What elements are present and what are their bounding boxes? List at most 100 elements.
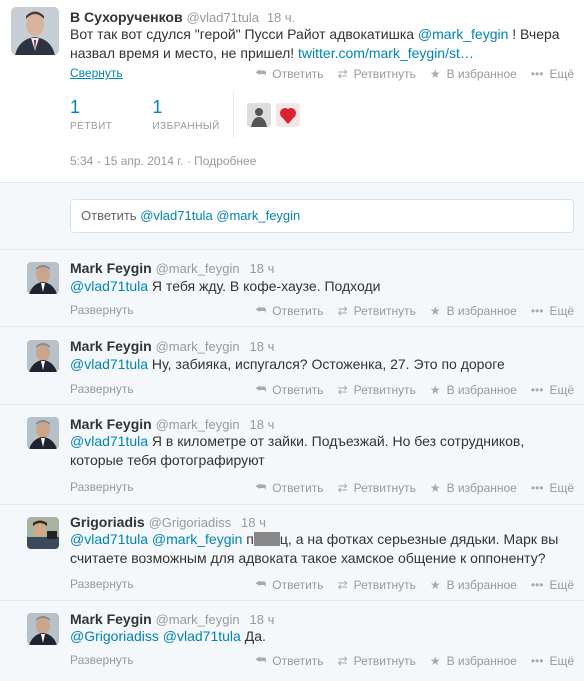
mention-link[interactable]: @vlad71tula — [70, 433, 148, 449]
favorite-button[interactable]: ★ В избранное — [430, 577, 517, 592]
favorite-button[interactable]: ★ В избранное — [430, 303, 517, 318]
more-icon: ••• — [530, 66, 544, 81]
more-button[interactable]: ••• Ещё — [531, 577, 574, 592]
author-name[interactable]: Mark Feygin — [70, 416, 152, 432]
redaction-box — [253, 532, 280, 546]
retweet-label: Ретвитнуть — [353, 66, 416, 81]
url-link[interactable]: twitter.com/mark_feygin/st… — [298, 45, 474, 61]
author-name[interactable]: Mark Feygin — [70, 260, 152, 276]
reply-icon: ⮪ — [255, 653, 267, 667]
tweet-text: @vlad71tula @mark_feygin п ц, а на фотках… — [70, 530, 570, 568]
tweet-header: Mark Feygin @mark_feygin 18 ч — [70, 611, 274, 627]
favorites-count: 1 — [152, 97, 163, 117]
reply-button[interactable]: ⮪ Ответить — [255, 303, 323, 318]
retweet-button[interactable]: ⇄ Ретвитнуть — [338, 303, 416, 318]
avatar[interactable] — [27, 340, 59, 372]
reply-button[interactable]: ⮪ Ответить — [255, 66, 323, 81]
tweet-actions: ⮪ Ответить ⇄ Ретвитнуть ★ В избранное ••• Ещ… — [241, 303, 574, 318]
expand-link[interactable]: Развернуть — [70, 303, 134, 317]
reply-tweet[interactable]: Mark Feygin @mark_feygin 18 ч @Grigoriad… — [0, 601, 584, 681]
tweet-time[interactable]: 18 ч — [241, 515, 266, 530]
retweet-button[interactable]: ⇄ Ретвитнуть — [338, 653, 416, 668]
reply-icon: ⮪ — [255, 303, 267, 317]
tweet-time[interactable]: 18 ч. — [267, 10, 295, 25]
retweets-stat[interactable]: 1 РЕТВИТ — [70, 97, 112, 132]
more-button[interactable]: ••• Ещё — [531, 480, 574, 495]
tweet-time[interactable]: 18 ч — [250, 261, 275, 276]
more-button[interactable]: ••• Ещё — [531, 66, 574, 81]
reply-button[interactable]: ⮪ Ответить — [255, 480, 323, 495]
retweet-button[interactable]: ⇄ Ретвитнуть — [338, 66, 416, 81]
avatar[interactable] — [27, 517, 59, 549]
collapse-link[interactable]: Свернуть — [70, 66, 123, 80]
reply-button[interactable]: ⮪ Ответить — [255, 653, 323, 668]
avatar[interactable] — [27, 613, 59, 645]
tweet-text-part: Да. — [240, 628, 266, 644]
more-button[interactable]: ••• Ещё — [531, 303, 574, 318]
more-button[interactable]: ••• Ещё — [531, 653, 574, 668]
author-handle[interactable]: @vlad71tula — [186, 10, 258, 25]
reply-tweet[interactable]: Mark Feygin @mark_feygin 18 ч @vlad71tul… — [0, 250, 584, 327]
mention-link[interactable]: @vlad71tula @mark_feygin — [70, 531, 242, 547]
reply-label: Ответить — [272, 303, 324, 318]
favorite-label: В избранное — [446, 653, 517, 668]
tweet-header: Mark Feygin @mark_feygin 18 ч — [70, 338, 274, 354]
mention-link[interactable]: @mark_feygin — [418, 26, 508, 42]
retweet-button[interactable]: ⇄ Ретвитнуть — [338, 480, 416, 495]
reply-label: Ответить — [272, 382, 324, 397]
reply-input[interactable]: Ответить @vlad71tula @mark_feygin — [70, 199, 574, 233]
author-name[interactable]: Mark Feygin — [70, 611, 152, 627]
timestamp[interactable]: 5:34 - 15 апр. 2014 г. · — [70, 154, 191, 168]
reply-icon: ⮪ — [255, 382, 267, 396]
author-name[interactable]: В Сухорученков — [70, 9, 183, 25]
tweet-header: Mark Feygin @mark_feygin 18 ч — [70, 260, 274, 276]
avatar[interactable] — [27, 417, 59, 449]
favorite-label: В избранное — [446, 577, 517, 592]
author-name[interactable]: Mark Feygin — [70, 338, 152, 354]
author-handle[interactable]: @mark_feygin — [156, 612, 240, 627]
reply-icon: ⮪ — [255, 480, 267, 494]
mention-link[interactable]: @Grigoriadiss @vlad71tula — [70, 628, 241, 644]
tweet-time[interactable]: 18 ч — [250, 417, 275, 432]
mention-link[interactable]: @vlad71tula — [70, 278, 148, 294]
author-name[interactable]: Grigoriadis — [70, 514, 145, 530]
tweet-time[interactable]: 18 ч — [250, 339, 275, 354]
expand-link[interactable]: Развернуть — [70, 480, 134, 494]
author-handle[interactable]: @mark_feygin — [156, 261, 240, 276]
more-button[interactable]: ••• Ещё — [531, 382, 574, 397]
tweet-header: Grigoriadis @Grigoriadiss 18 ч — [70, 514, 266, 530]
author-handle[interactable]: @mark_feygin — [156, 417, 240, 432]
author-handle[interactable]: @Grigoriadiss — [149, 515, 232, 530]
star-icon: ★ — [429, 577, 441, 592]
more-label: Ещё — [549, 66, 574, 81]
reply-tweet[interactable]: Mark Feygin @mark_feygin 18 ч @vlad71tul… — [0, 405, 584, 505]
more-label: Ещё — [549, 382, 574, 397]
tweet-text: @vlad71tula Я тебя жду. В кофе-хаузе. По… — [70, 277, 570, 296]
retweet-button[interactable]: ⇄ Ретвитнуть — [338, 577, 416, 592]
expand-link[interactable]: Развернуть — [70, 653, 134, 667]
author-handle[interactable]: @mark_feygin — [156, 339, 240, 354]
details-link[interactable]: Подробнее — [194, 154, 256, 168]
favoriter-avatar[interactable] — [276, 103, 300, 127]
favorite-button[interactable]: ★ В избранное — [430, 653, 517, 668]
tweet-text: @vlad71tula Ну, забияка, испугался? Осто… — [70, 355, 570, 374]
reply-button[interactable]: ⮪ Ответить — [255, 382, 323, 397]
reply-tweet[interactable]: Mark Feygin @mark_feygin 18 ч @vlad71tul… — [0, 327, 584, 405]
avatar[interactable] — [11, 7, 59, 55]
retweet-label: Ретвитнуть — [353, 480, 416, 495]
retweeter-avatar[interactable] — [247, 103, 271, 127]
tweet-text-part: Я тебя жду. В кофе-хаузе. Подходи — [148, 278, 381, 294]
avatar[interactable] — [27, 262, 59, 294]
reply-mentions: @vlad71tula @mark_feygin — [140, 208, 301, 223]
favorite-button[interactable]: ★ В избранное — [430, 382, 517, 397]
favorite-button[interactable]: ★ В избранное — [430, 480, 517, 495]
reply-button[interactable]: ⮪ Ответить — [255, 577, 323, 592]
reply-tweet[interactable]: Grigoriadis @Grigoriadiss 18 ч @vlad71tu… — [0, 505, 584, 601]
favorites-stat[interactable]: 1 ИЗБРАННЫЙ — [152, 97, 219, 132]
expand-link[interactable]: Развернуть — [70, 382, 134, 396]
favorite-button[interactable]: ★ В избранное — [430, 66, 517, 81]
tweet-time[interactable]: 18 ч — [250, 612, 275, 627]
expand-link[interactable]: Развернуть — [70, 577, 134, 591]
mention-link[interactable]: @vlad71tula — [70, 356, 148, 372]
retweet-button[interactable]: ⇄ Ретвитнуть — [338, 382, 416, 397]
